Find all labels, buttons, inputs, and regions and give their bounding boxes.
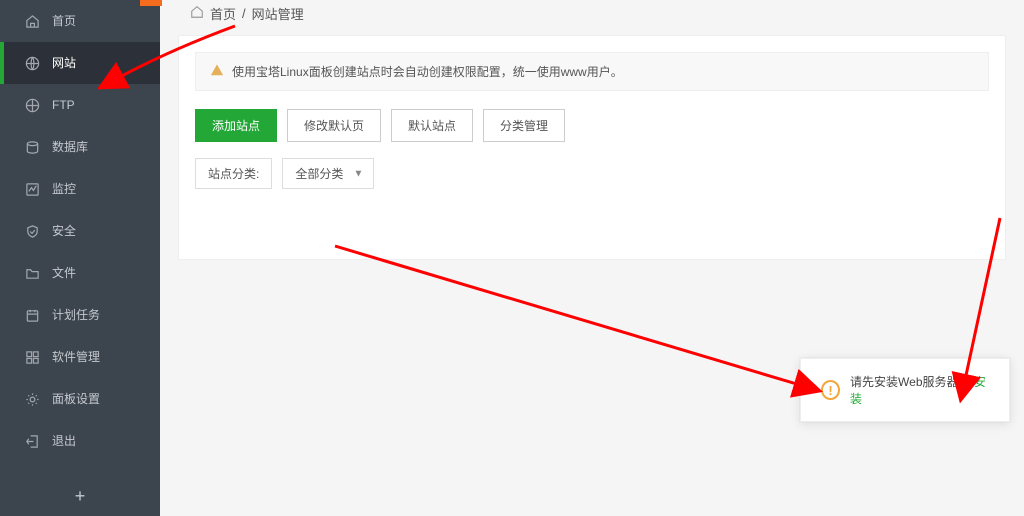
breadcrumb-current: 网站管理 [252,4,304,23]
toast-message: 请先安装Web服务器!去安装 [850,373,989,407]
sidebar-item-label: 首页 [52,0,76,42]
calendar-icon [24,307,40,323]
add-site-button[interactable]: 添加站点 [195,109,277,142]
sidebar-item-logout[interactable]: 退出 [0,420,160,462]
category-select[interactable]: 全部分类 ▼ [282,158,374,189]
breadcrumb-sep: / [242,6,246,21]
filter-label: 站点分类: [195,158,272,189]
breadcrumb-home-label[interactable]: 首页 [210,4,236,23]
sidebar-item-label: 监控 [52,168,76,210]
sidebar-item-label: 安全 [52,210,76,252]
sidebar-item-label: 数据库 [52,126,88,168]
gear-icon [24,391,40,407]
default-site-button[interactable]: 默认站点 [391,109,473,142]
sidebar-item-database[interactable]: 数据库 [0,126,160,168]
button-row: 添加站点 修改默认页 默认站点 分类管理 [195,109,989,142]
alert-box: 使用宝塔Linux面板创建站点时会自动创建权限配置，统一使用www用户。 [195,52,989,91]
main-area: 首页 / 网站管理 使用宝塔Linux面板创建站点时会自动创建权限配置，统一使用… [160,0,1024,516]
globe-icon [24,55,40,71]
breadcrumb-home-icon [190,5,204,22]
sidebar-item-home[interactable]: 首页 [0,0,160,42]
content-card: 使用宝塔Linux面板创建站点时会自动创建权限配置，统一使用www用户。 添加站… [178,35,1006,260]
shield-icon [24,223,40,239]
sidebar-item-ftp[interactable]: FTP [0,84,160,126]
grid-icon [24,349,40,365]
sidebar-add-button[interactable]: + [0,476,160,516]
sidebar-item-cron[interactable]: 计划任务 [0,294,160,336]
chevron-down-icon: ▼ [353,168,363,179]
home-icon [24,13,40,29]
select-value: 全部分类 [295,167,343,181]
sidebar-item-monitor[interactable]: 监控 [0,168,160,210]
sidebar-item-files[interactable]: 文件 [0,252,160,294]
logout-icon [24,433,40,449]
alert-text: 使用宝塔Linux面板创建站点时会自动创建权限配置，统一使用www用户。 [232,63,623,80]
database-icon [24,139,40,155]
sidebar-item-security[interactable]: 安全 [0,210,160,252]
sidebar-item-label: FTP [52,84,75,126]
category-manage-button[interactable]: 分类管理 [483,109,565,142]
sidebar-item-label: 网站 [52,42,76,84]
folder-icon [24,265,40,281]
filter-row: 站点分类: 全部分类 ▼ [195,158,989,189]
exclamation-circle-icon: ! [821,380,840,400]
sidebar-item-label: 退出 [52,420,76,462]
sidebar-item-label: 面板设置 [52,378,100,420]
toast-notification: ! 请先安装Web服务器!去安装 [800,358,1010,422]
monitor-icon [24,181,40,197]
sidebar-item-label: 文件 [52,252,76,294]
sidebar-item-label: 软件管理 [52,336,100,378]
ftp-icon [24,97,40,113]
sidebar: 首页 网站 FTP 数据库 监控 安全 文件 计划任务 软件管理 面板设置 退出… [0,0,160,516]
top-accent-bar [140,0,162,6]
sidebar-item-software[interactable]: 软件管理 [0,336,160,378]
warning-icon [210,63,224,80]
sidebar-item-website[interactable]: 网站 [0,42,160,84]
sidebar-item-label: 计划任务 [52,294,100,336]
modify-default-button[interactable]: 修改默认页 [287,109,381,142]
breadcrumb: 首页 / 网站管理 [160,0,1024,35]
sidebar-item-settings[interactable]: 面板设置 [0,378,160,420]
